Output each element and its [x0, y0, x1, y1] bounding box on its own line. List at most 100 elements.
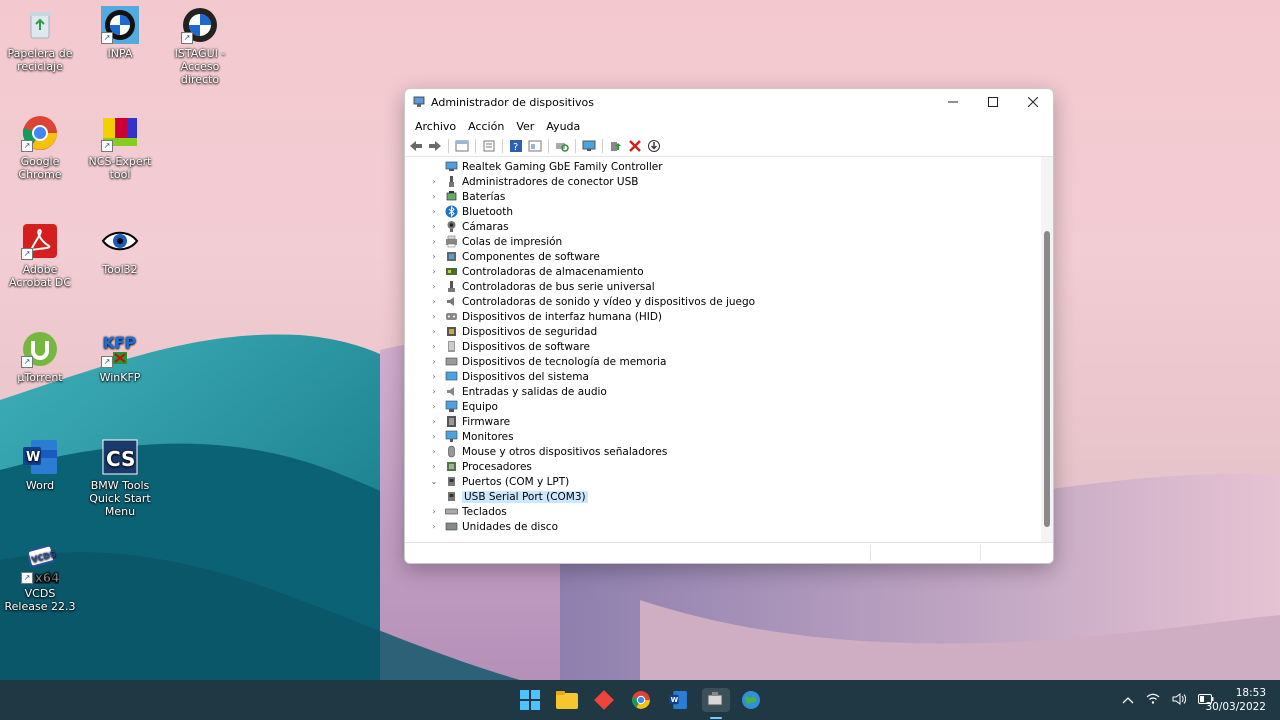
chevron-right-icon[interactable]: › [429, 177, 439, 186]
chevron-right-icon[interactable]: › [429, 387, 439, 396]
device-tree-category[interactable]: › Dispositivos de software [429, 339, 590, 354]
device-tree-label: Controladoras de sonido y vídeo y dispos… [462, 295, 756, 308]
device-tree-category[interactable]: › Controladoras de sonido y vídeo y dispo… [429, 294, 755, 309]
desktop-icon-bmw-tools[interactable]: CS BMW Tools Quick Start Menu [82, 438, 158, 518]
properties-button[interactable] [481, 138, 497, 154]
chevron-right-icon[interactable]: › [429, 372, 439, 381]
chevron-right-icon[interactable]: › [429, 282, 439, 291]
volume-status[interactable] [1172, 692, 1187, 708]
taskbar-device-manager[interactable] [702, 688, 730, 712]
device-tree-category[interactable]: › Administradores de conector USB [429, 174, 638, 189]
clock-time: 18:53 [1235, 687, 1266, 699]
chevron-right-icon[interactable]: › [429, 432, 439, 441]
menu-accion[interactable]: Acción [462, 120, 510, 133]
device-tree-category[interactable]: › Dispositivos de seguridad [429, 324, 597, 339]
title-bar[interactable]: Administrador de dispositivos [405, 89, 1053, 115]
chevron-right-icon[interactable]: › [429, 357, 439, 366]
close-button[interactable] [1013, 89, 1053, 115]
device-tree-category[interactable]: › Dispositivos de interfaz humana (HID) [429, 309, 662, 324]
device-tree-category[interactable]: › Baterías [429, 189, 505, 204]
chevron-right-icon[interactable]: › [429, 192, 439, 201]
desktop-icon-recycle-bin[interactable]: Papelera de reciclaje [2, 6, 78, 73]
desktop-icon-istagui[interactable]: ↗ ISTAGUI - Acceso directo [162, 6, 238, 86]
device-tree-category[interactable]: › Bluetooth [429, 204, 513, 219]
back-button[interactable] [408, 138, 424, 154]
device-tree-category[interactable]: › Monitores [429, 429, 513, 444]
uninstall-device-button[interactable] [627, 138, 643, 154]
chevron-right-icon[interactable]: › [429, 297, 439, 306]
menu-archivo[interactable]: Archivo [409, 120, 462, 133]
device-tree-category[interactable]: › Firmware [429, 414, 510, 429]
desktop-icon-tool32[interactable]: Tool32 [82, 222, 158, 276]
device-tree-category[interactable]: › Componentes de software [429, 249, 599, 264]
chevron-right-icon[interactable]: › [429, 267, 439, 276]
desktop-icon-inpa[interactable]: ↗ INPA [82, 6, 158, 60]
desktop-icon-winkfp[interactable]: KFP ↗ WinKFP [82, 330, 158, 384]
chevron-right-icon[interactable]: › [429, 237, 439, 246]
chevron-right-icon[interactable]: › [429, 507, 439, 516]
device-tree-category[interactable]: › Mouse y otros dispositivos señaladores [429, 444, 667, 459]
maximize-button[interactable] [973, 89, 1013, 115]
device-tree-category[interactable]: › Unidades de disco [429, 519, 558, 534]
taskbar-anydesk[interactable] [592, 688, 616, 712]
toolbar-separator [548, 139, 549, 153]
update-driver-button[interactable] [608, 138, 624, 154]
vertical-scrollbar[interactable] [1041, 157, 1053, 543]
taskbar-clock[interactable]: 18:53 30/03/2022 [1205, 686, 1266, 714]
desktop-icon-chrome[interactable]: ↗ Google Chrome [2, 114, 78, 181]
desktop-icon-word[interactable]: W Word [2, 438, 78, 492]
device-tree-category[interactable]: › Cámaras [429, 219, 508, 234]
desktop-icon-acrobat[interactable]: ↗ Adobe Acrobat DC [2, 222, 78, 289]
device-tree-child-item[interactable]: Realtek Gaming GbE Family Controller [445, 159, 663, 174]
start-button[interactable] [518, 688, 542, 712]
device-tree-category[interactable]: › Dispositivos del sistema [429, 369, 589, 384]
help-button[interactable]: ? [508, 138, 524, 154]
device-tree-category[interactable]: › Equipo [429, 399, 498, 414]
disable-device-button[interactable] [646, 138, 662, 154]
view-button[interactable] [527, 138, 543, 154]
minimize-button[interactable] [933, 89, 973, 115]
computer-button[interactable] [581, 138, 597, 154]
chevron-right-icon[interactable]: › [429, 417, 439, 426]
toolbar: ? [405, 136, 1053, 157]
device-tree-child-item[interactable]: USB Serial Port (COM3) [445, 489, 588, 504]
device-tree-label: Mouse y otros dispositivos señaladores [462, 445, 668, 458]
device-tree-category[interactable]: › Controladoras de almacenamiento [429, 264, 643, 279]
forward-button[interactable] [427, 138, 443, 154]
menu-ver[interactable]: Ver [510, 120, 540, 133]
device-tree-category[interactable]: › Controladoras de bus serie universal [429, 279, 654, 294]
chevron-right-icon[interactable]: › [429, 207, 439, 216]
scan-hardware-button[interactable] [554, 138, 570, 154]
software-component-icon [445, 250, 458, 263]
chevron-down-icon[interactable]: ⌄ [429, 477, 439, 486]
menu-ayuda[interactable]: Ayuda [540, 120, 586, 133]
desktop-icon-ncs-expert[interactable]: ↗ NCS-Expert tool [82, 114, 158, 181]
device-tree-label: Dispositivos de software [462, 340, 590, 353]
chevron-right-icon[interactable]: › [429, 447, 439, 456]
taskbar-word[interactable]: W [666, 688, 690, 712]
desktop-icon-vcds[interactable]: VCDS x64 ↗ VCDS Release 22.3 [2, 544, 78, 613]
device-tree-category[interactable]: › Teclados [429, 504, 506, 519]
device-tree-category[interactable]: ⌄ Puertos (COM y LPT) [429, 474, 570, 489]
taskbar-chrome[interactable] [629, 688, 653, 712]
scrollbar-thumb[interactable] [1044, 231, 1050, 527]
show-hidden-icons-button[interactable] [1122, 694, 1134, 707]
device-tree-category[interactable]: › Procesadores [429, 459, 532, 474]
chevron-right-icon[interactable]: › [429, 312, 439, 321]
taskbar-file-explorer[interactable] [555, 688, 579, 712]
device-tree-category[interactable]: › Colas de impresión [429, 234, 562, 249]
chevron-right-icon[interactable]: › [429, 522, 439, 531]
chevron-right-icon[interactable]: › [429, 402, 439, 411]
device-tree-category[interactable]: › Dispositivos de tecnología de memoria [429, 354, 666, 369]
device-manager-window[interactable]: Administrador de dispositivos Archivo Ac… [404, 88, 1054, 564]
wifi-status[interactable] [1146, 693, 1160, 707]
chevron-right-icon[interactable]: › [429, 222, 439, 231]
chevron-right-icon[interactable]: › [429, 327, 439, 336]
show-hide-console-tree-button[interactable] [454, 138, 470, 154]
chevron-right-icon[interactable]: › [429, 462, 439, 471]
chevron-right-icon[interactable]: › [429, 342, 439, 351]
taskbar-globe-app[interactable] [739, 688, 763, 712]
device-tree-category[interactable]: › Entradas y salidas de audio [429, 384, 606, 399]
chevron-right-icon[interactable]: › [429, 252, 439, 261]
desktop-icon-utorrent[interactable]: ↗ µTorrent [2, 330, 78, 384]
